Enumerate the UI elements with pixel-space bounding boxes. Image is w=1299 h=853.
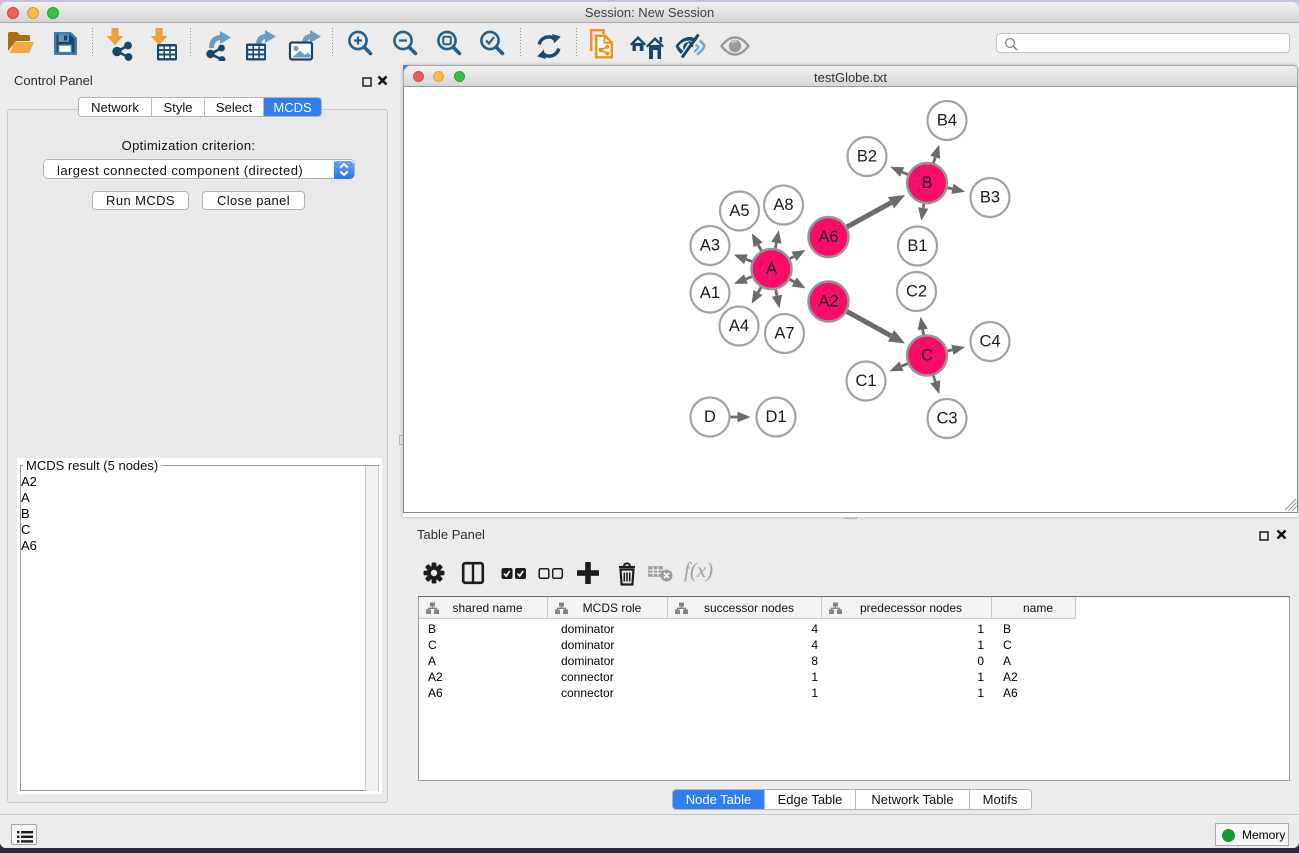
svg-text:A2: A2: [818, 293, 838, 311]
svg-text:A4: A4: [729, 317, 749, 335]
svg-text:A6: A6: [818, 228, 838, 246]
svg-text:B2: B2: [857, 148, 877, 166]
svg-text:C2: C2: [906, 283, 927, 301]
svg-text:D1: D1: [765, 408, 786, 426]
svg-text:D: D: [704, 408, 716, 426]
svg-text:C3: C3: [936, 410, 957, 428]
svg-text:A: A: [766, 260, 777, 278]
svg-text:A1: A1: [700, 284, 720, 302]
svg-text:B1: B1: [907, 237, 927, 255]
svg-text:B3: B3: [980, 189, 1000, 207]
svg-text:C: C: [921, 347, 933, 365]
svg-text:B4: B4: [937, 112, 957, 130]
svg-text:A3: A3: [700, 237, 720, 255]
svg-text:B: B: [921, 174, 932, 192]
svg-text:A8: A8: [773, 196, 793, 214]
svg-text:A7: A7: [774, 325, 794, 343]
svg-text:C4: C4: [979, 333, 1000, 351]
svg-text:A5: A5: [729, 202, 749, 220]
svg-text:C1: C1: [855, 372, 876, 390]
